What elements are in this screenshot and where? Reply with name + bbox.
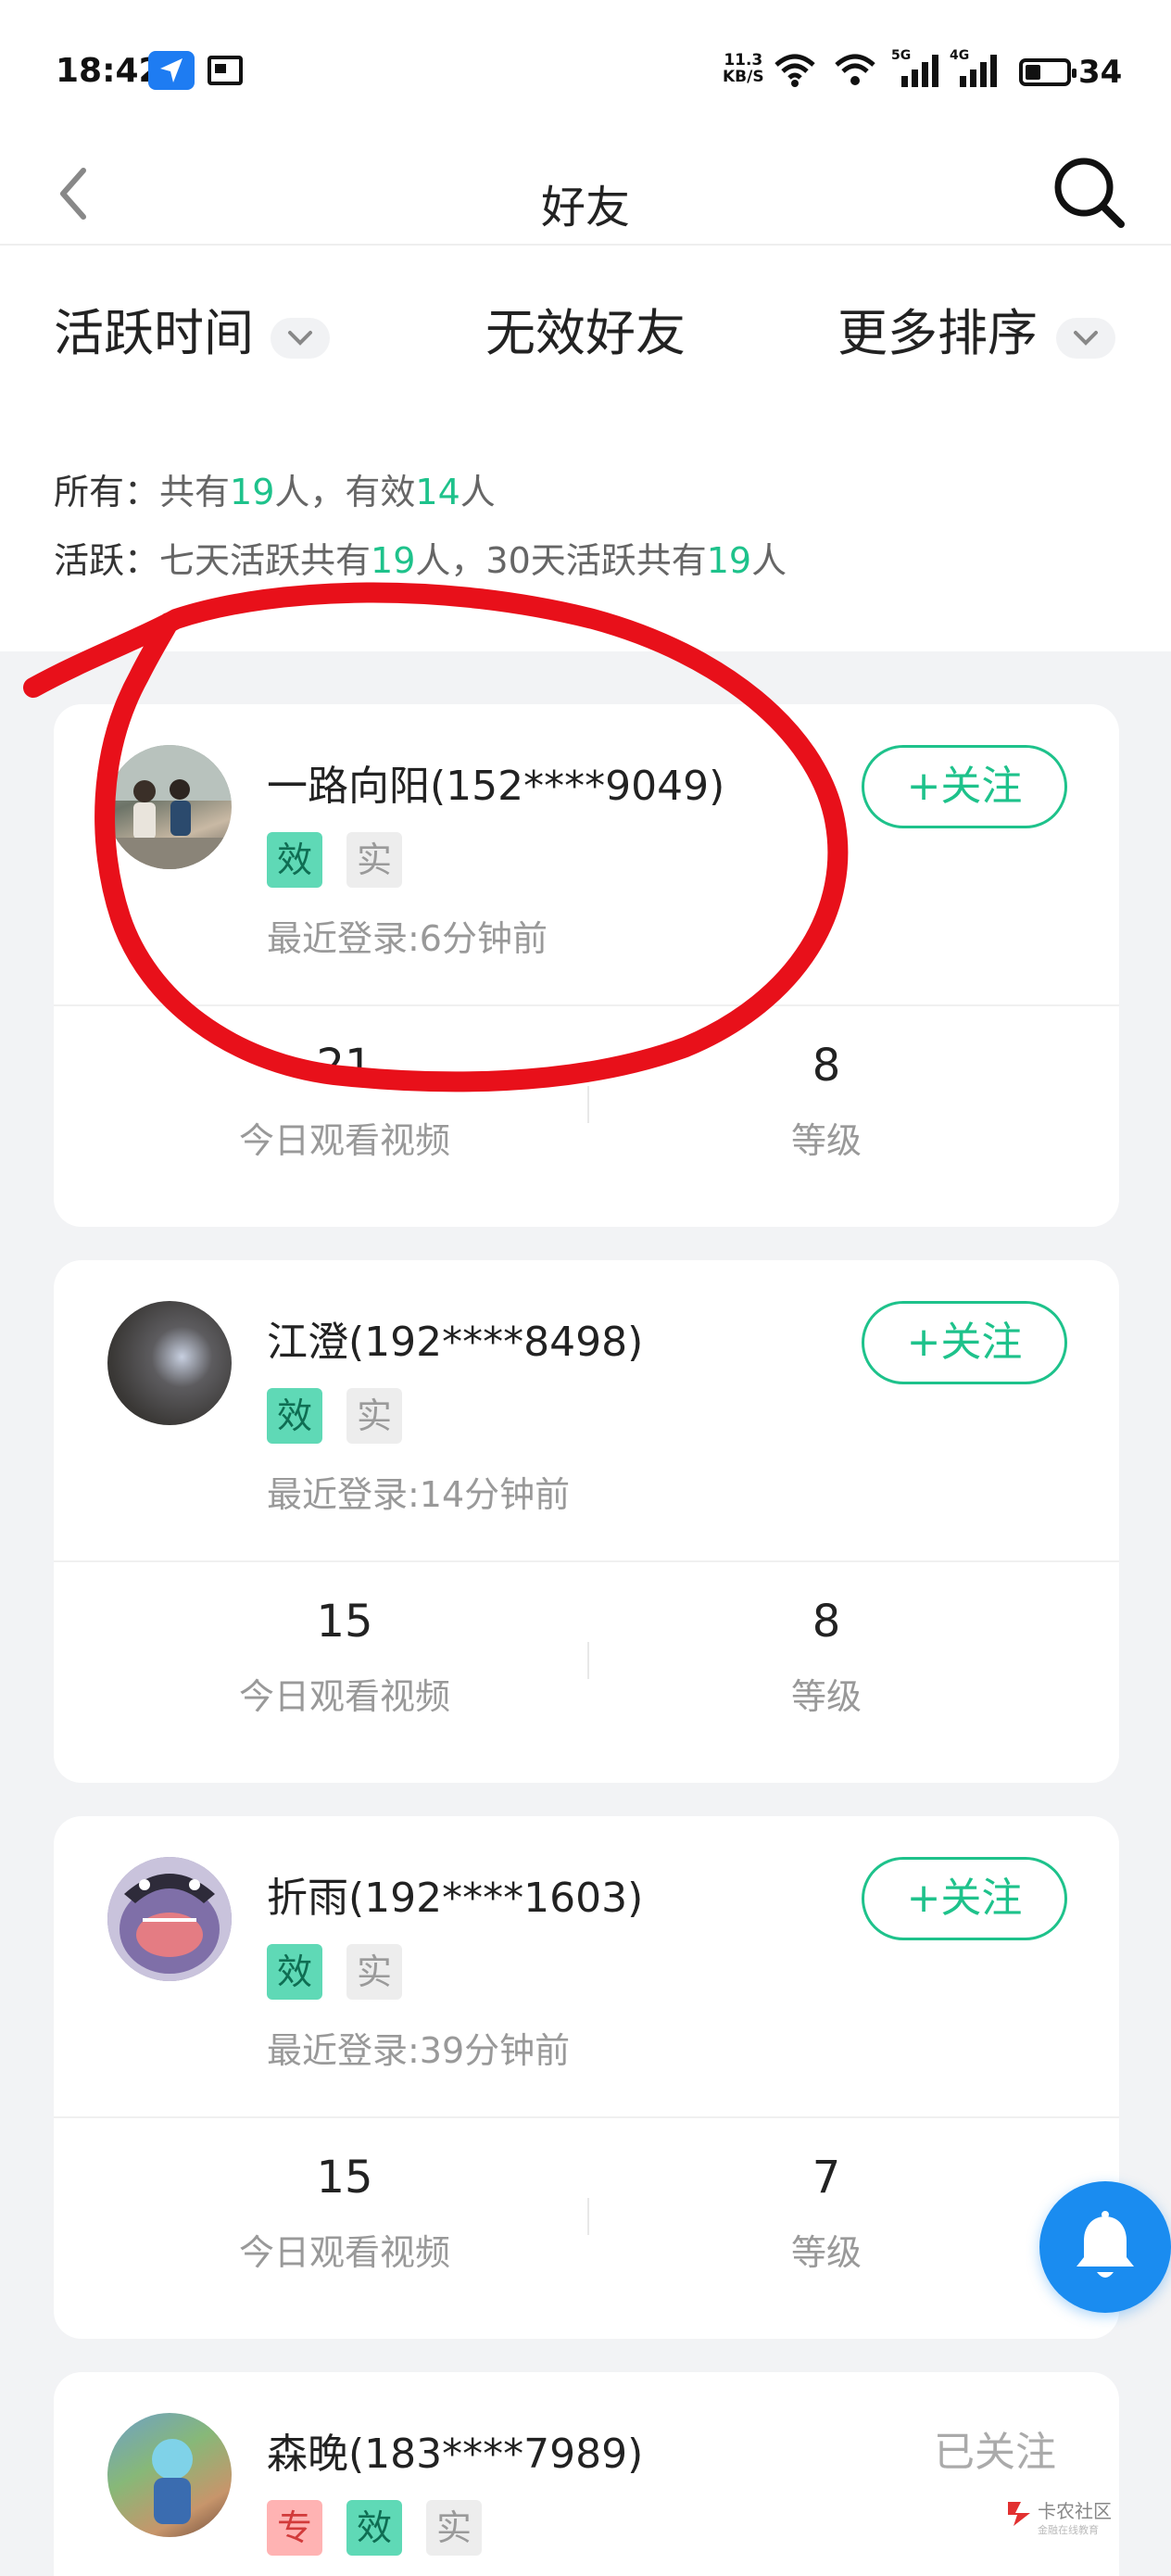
search-icon[interactable] — [1047, 150, 1130, 234]
verified-badge: 实 — [426, 2500, 482, 2556]
last-login: 最近登录:39分钟前 — [267, 2030, 571, 2071]
valid-badge: 效 — [346, 2500, 402, 2556]
friend-card[interactable]: 江澄(192****8498) +关注 效 实 最近登录:14分钟前 15 今日… — [54, 1260, 1119, 1783]
level-value: 8 — [812, 1040, 841, 1092]
level-value: 8 — [812, 1596, 841, 1648]
videos-today-value: 15 — [316, 1596, 373, 1648]
friend-card[interactable]: 折雨(192****1603) +关注 效 实 最近登录:39分钟前 15 今日… — [54, 1816, 1119, 2339]
friend-name: 折雨(192****1603) — [267, 1875, 644, 1922]
verified-badge: 实 — [346, 832, 402, 888]
image-notification-icon — [208, 56, 243, 85]
friend-name: 森晚(183****7989) — [267, 2431, 644, 2478]
verified-badge: 实 — [346, 1944, 402, 2000]
wifi-icon — [835, 54, 875, 85]
valid-badge: 效 — [267, 1388, 322, 1444]
sort-tabs: 活跃时间 无效好友 更多排序 — [0, 292, 1171, 385]
battery-level: 34 — [1078, 54, 1123, 91]
status-bar: 18:42 11.3 KB/S 5G 4G 34 — [56, 48, 1123, 91]
notification-bell-button[interactable] — [1039, 2181, 1171, 2313]
tab-more-sort[interactable]: 更多排序 — [837, 292, 1038, 365]
tab-invalid-friends[interactable]: 无效好友 — [485, 292, 686, 365]
last-login: 最近登录:6分钟前 — [267, 918, 548, 959]
followed-status[interactable]: 已关注 — [934, 2418, 1056, 2478]
friend-name: 一路向阳(152****9049) — [267, 763, 725, 810]
valid-badge: 效 — [267, 1944, 322, 2000]
friend-name: 江澄(192****8498) — [267, 1319, 644, 1366]
level-label: 等级 — [790, 2232, 862, 2273]
follow-button[interactable]: +关注 — [862, 1857, 1067, 1940]
navigation-app-icon — [148, 51, 195, 90]
watermark-logo: 卡农社区 金融在线教育 — [1004, 2493, 1171, 2548]
tab-active-time[interactable]: 活跃时间 — [54, 292, 254, 365]
videos-today-label: 今日观看视频 — [238, 2232, 450, 2273]
avatar — [107, 745, 232, 869]
valid-badge: 效 — [267, 832, 322, 888]
watermark-icon — [1008, 2502, 1030, 2526]
network-speed: 11.3 KB/S — [723, 51, 764, 86]
level-label: 等级 — [790, 1676, 862, 1717]
videos-today-label: 今日观看视频 — [238, 1120, 450, 1161]
avatar — [107, 1857, 232, 1981]
stat-separator — [587, 2198, 589, 2235]
summary-all: 所有：共有19人，有效14人 — [54, 472, 496, 512]
chevron-down-icon[interactable] — [1056, 318, 1115, 359]
level-label: 等级 — [790, 1120, 862, 1161]
videos-today-value: 21 — [316, 1040, 373, 1092]
card-divider — [54, 1560, 1119, 1562]
special-badge: 专 — [267, 2500, 322, 2556]
page-title: 好友 — [540, 182, 630, 234]
friend-card[interactable]: 森晚(183****7989) 已关注 专 效 实 — [54, 2372, 1119, 2576]
stat-separator — [587, 1642, 589, 1679]
wifi-icon — [774, 54, 815, 87]
card-divider — [54, 1004, 1119, 1006]
verified-badge: 实 — [346, 1388, 402, 1444]
level-value: 7 — [812, 2152, 841, 2203]
last-login: 最近登录:14分钟前 — [267, 1474, 571, 1515]
bell-icon — [1077, 2211, 1134, 2278]
avatar — [107, 2413, 232, 2537]
stat-separator — [587, 1086, 589, 1123]
videos-today-label: 今日观看视频 — [238, 1676, 450, 1717]
follow-button[interactable]: +关注 — [862, 1301, 1067, 1384]
friend-card[interactable]: 一路向阳(152****9049) +关注 效 实 最近登录:6分钟前 21 今… — [54, 704, 1119, 1227]
battery-icon — [1019, 58, 1077, 86]
avatar — [107, 1301, 232, 1425]
videos-today-value: 15 — [316, 2152, 373, 2203]
chevron-down-icon[interactable] — [271, 318, 330, 359]
status-time: 18:42 — [56, 52, 162, 90]
nav-bar: 好友 — [0, 139, 1171, 246]
card-divider — [54, 2116, 1119, 2118]
summary-active: 活跃：七天活跃共有19人，30天活跃共有19人 — [54, 540, 787, 581]
follow-button[interactable]: +关注 — [862, 745, 1067, 828]
